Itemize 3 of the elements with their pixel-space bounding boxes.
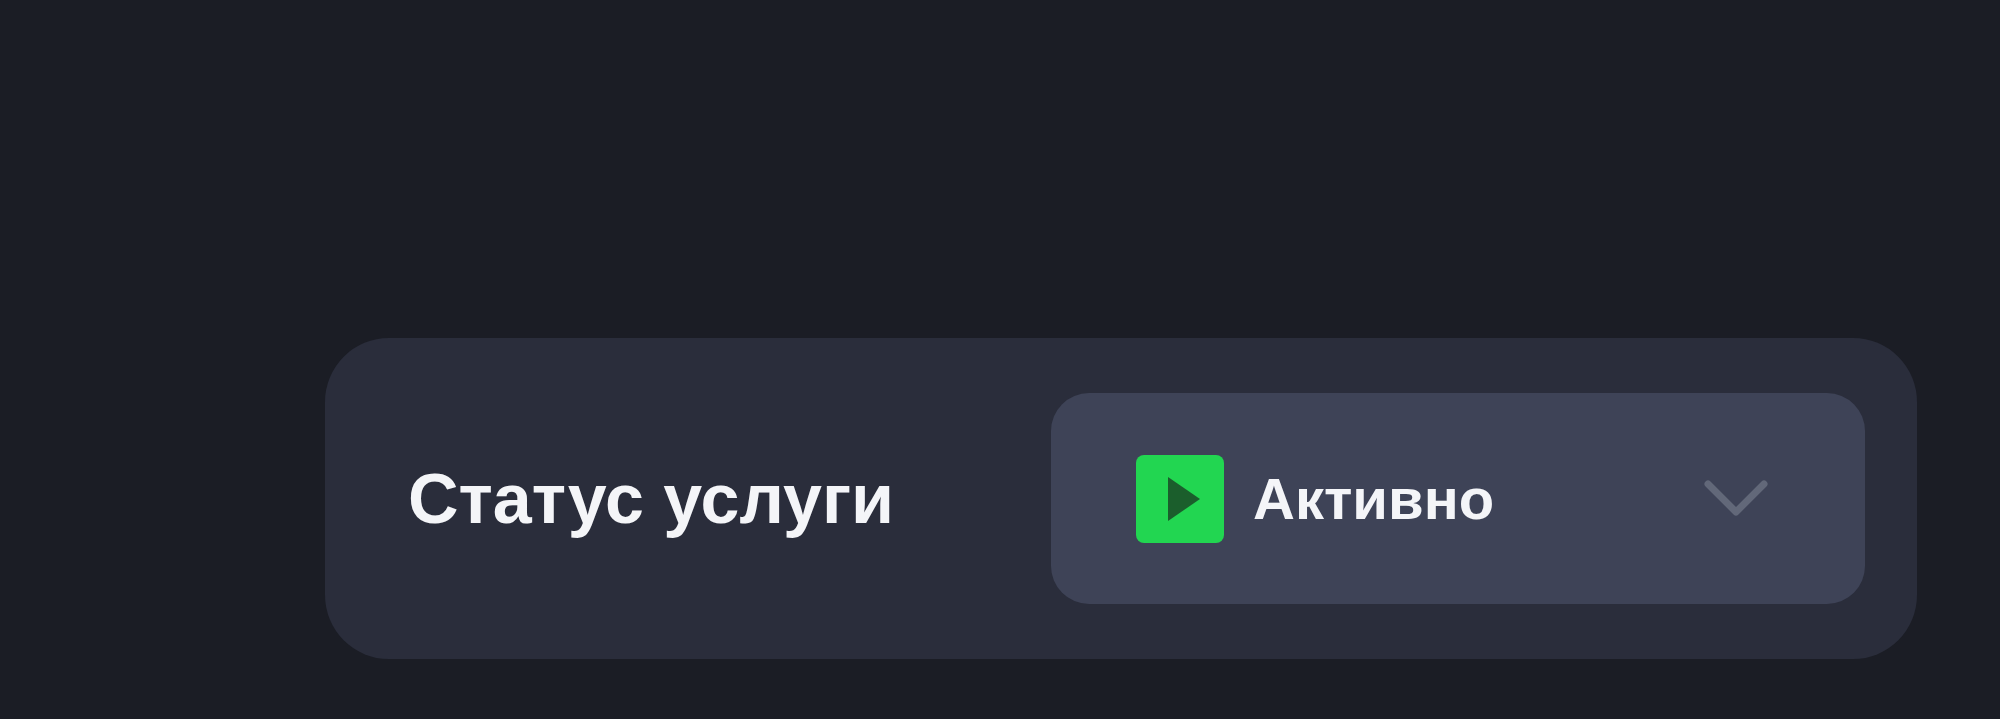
status-dropdown[interactable]: Активно: [1051, 393, 1865, 604]
status-label: Статус услуги: [408, 458, 895, 539]
chevron-icon: [1703, 479, 1769, 518]
